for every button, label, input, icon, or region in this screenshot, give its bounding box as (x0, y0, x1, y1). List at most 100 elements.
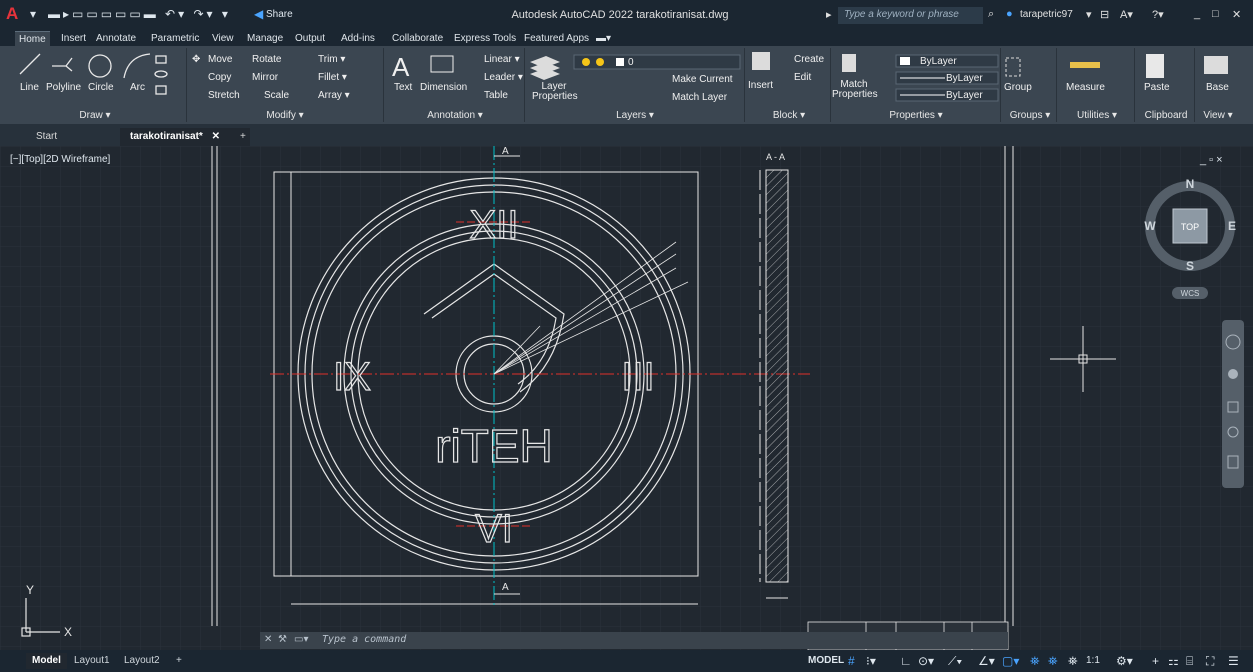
object-snap-tracking-icon[interactable]: ∠▾ (978, 654, 995, 668)
dimension-button[interactable]: Dimension (420, 82, 467, 93)
properties-panel-title[interactable]: Properties ▾ (876, 109, 956, 123)
match-layer-button[interactable]: Match Layer (672, 92, 727, 103)
compass-east[interactable]: E (1228, 219, 1236, 233)
view-panel-title[interactable]: View ▾ (1196, 109, 1240, 123)
tab-home[interactable]: Home (15, 31, 50, 47)
circle-button[interactable]: Circle (88, 82, 114, 93)
line-button[interactable]: Line (20, 82, 39, 93)
modify-panel-title[interactable]: Modify ▾ (250, 109, 320, 123)
table-button[interactable]: Table (484, 90, 508, 101)
layers-panel-title[interactable]: Layers ▾ (600, 109, 670, 123)
drawing-svg[interactable]: XII IX III VI riTEH A A A - A Y X TOP N … (0, 146, 1253, 651)
trim-button[interactable]: Trim ▾ (318, 54, 345, 65)
customize-icon[interactable]: ⚒ (278, 634, 287, 645)
minimize-window-icon[interactable]: _ (1194, 8, 1200, 20)
close-window-icon[interactable]: ✕ (1232, 8, 1241, 21)
grid-icon[interactable]: # (848, 654, 855, 668)
copy-button[interactable]: Copy (208, 72, 231, 83)
customization-menu-icon[interactable]: ☰ (1228, 654, 1239, 668)
annotation-panel-title[interactable]: Annotation ▾ (410, 109, 500, 123)
linetype-dropdown[interactable]: ByLayer (946, 73, 983, 84)
annotation-visibility-icon[interactable]: ⛯ (1030, 654, 1040, 669)
paste-button[interactable]: Paste (1144, 82, 1170, 93)
close-command-line-icon[interactable]: ✕ (264, 634, 272, 645)
rotate-button[interactable]: Rotate (252, 54, 281, 65)
text-button[interactable]: Text (394, 82, 412, 93)
help-icon[interactable]: ?▾ (1152, 8, 1164, 21)
autodesk-a360-icon[interactable]: A▾ (1120, 8, 1133, 21)
tab-collaborate[interactable]: Collaborate (388, 31, 447, 46)
start-tab[interactable]: Start (26, 128, 67, 146)
auto-scale-icon[interactable]: ⛯ (1048, 654, 1058, 669)
edit-block-button[interactable]: Edit (794, 72, 811, 83)
quick-access-toolbar[interactable]: ▬▸▭▭▭▭▭▬ ↶▾ ↷▾ ▾ (48, 7, 231, 21)
layer-dropdown[interactable]: 0 (628, 57, 634, 68)
color-dropdown[interactable]: ByLayer (920, 56, 957, 67)
layout-tab-model[interactable]: Model (26, 653, 67, 669)
ortho-icon[interactable]: ∟ (900, 654, 912, 668)
annotation-scale-icon[interactable]: ⛯ (1068, 654, 1078, 669)
lineweight-dropdown[interactable]: ByLayer (946, 90, 983, 101)
close-tab-icon[interactable]: ✕ (212, 131, 220, 142)
search-icon[interactable]: ⌕ (988, 8, 994, 21)
object-snap-icon[interactable]: ▢▾ (1002, 654, 1019, 668)
drawing-canvas[interactable]: XII IX III VI riTEH A A A - A Y X TOP N … (0, 146, 1253, 651)
workspace-gear-icon[interactable]: ⚙▾ (1116, 654, 1133, 668)
layer-properties-button[interactable]: Layer Properties (532, 82, 578, 102)
array-button[interactable]: Array ▾ (318, 90, 350, 101)
tab-output[interactable]: Output (291, 31, 329, 46)
tab-parametric[interactable]: Parametric (147, 31, 203, 46)
wcs-menu[interactable]: WCS (1181, 289, 1200, 298)
tab-annotate[interactable]: Annotate (92, 31, 140, 46)
model-space-toggle[interactable]: MODEL (808, 655, 844, 666)
arc-button[interactable]: Arc (130, 82, 145, 93)
linear-button[interactable]: Linear ▾ (484, 54, 520, 65)
annotation-scale-dropdown[interactable]: 1:1 (1086, 655, 1100, 666)
clean-screen-icon[interactable]: ⛶ (1206, 654, 1214, 669)
add-layout-icon[interactable]: + (170, 653, 188, 669)
share-icon[interactable]: ◀ (254, 7, 263, 21)
tab-featured-apps[interactable]: Featured Apps (520, 31, 593, 46)
tab-view[interactable]: View (208, 31, 238, 46)
tab-insert[interactable]: Insert (57, 31, 90, 46)
scale-button[interactable]: Scale (264, 90, 289, 101)
make-current-button[interactable]: Make Current (672, 74, 733, 85)
compass-west[interactable]: W (1144, 219, 1156, 233)
compass-north[interactable]: N (1186, 177, 1195, 191)
leader-button[interactable]: Leader ▾ (484, 72, 523, 83)
navigation-bar[interactable] (1222, 320, 1244, 488)
insert-button[interactable]: Insert (748, 80, 773, 91)
polar-icon[interactable]: ⊙▾ (918, 654, 934, 668)
search-input[interactable]: Type a keyword or phrase (838, 7, 983, 24)
create-block-button[interactable]: Create (794, 54, 824, 65)
command-line[interactable]: ✕ ⚒ ▭▾ Type a command (260, 632, 1008, 649)
layout-tab-layout2[interactable]: Layout2 (118, 653, 166, 669)
viewport-controls-label[interactable]: [−][Top][2D Wireframe] (10, 154, 110, 165)
move-button[interactable]: Move (208, 54, 232, 65)
tab-express-tools[interactable]: Express Tools (450, 31, 520, 46)
block-panel-title[interactable]: Block ▾ (754, 109, 824, 123)
utilities-panel-title[interactable]: Utilities ▾ (1062, 109, 1132, 123)
autocad-logo-icon[interactable]: A (6, 4, 26, 26)
base-button[interactable]: Base (1206, 82, 1229, 93)
recent-commands-icon[interactable]: ▭▾ (294, 634, 308, 645)
draw-panel-title[interactable]: Draw ▾ (60, 109, 130, 123)
layout-tab-layout1[interactable]: Layout1 (68, 653, 116, 669)
stretch-button[interactable]: Stretch (208, 90, 240, 101)
share-button[interactable]: Share (266, 9, 293, 20)
compass-south[interactable]: S (1186, 259, 1194, 273)
tab-manage[interactable]: Manage (243, 31, 287, 46)
maximize-window-icon[interactable]: □ (1212, 8, 1219, 20)
annotation-monitor-icon[interactable]: + (1152, 654, 1159, 668)
fillet-button[interactable]: Fillet ▾ (318, 72, 347, 83)
viewport-window-controls[interactable]: _ ▫ × (1200, 154, 1223, 166)
quick-properties-icon[interactable]: ⌸ (1186, 654, 1193, 669)
group-button[interactable]: Group (1004, 82, 1032, 93)
command-input[interactable]: Type a command (322, 634, 406, 645)
ribbon-options-icon[interactable]: ▬▾ (592, 31, 615, 46)
app-menu-chevron-icon[interactable]: ▾ (30, 7, 36, 21)
isodraft-icon[interactable]: ⟋▾ (948, 654, 962, 669)
mirror-button[interactable]: Mirror (252, 72, 278, 83)
snap-icon[interactable]: ⁝▾ (866, 654, 876, 668)
measure-button[interactable]: Measure (1066, 82, 1105, 93)
